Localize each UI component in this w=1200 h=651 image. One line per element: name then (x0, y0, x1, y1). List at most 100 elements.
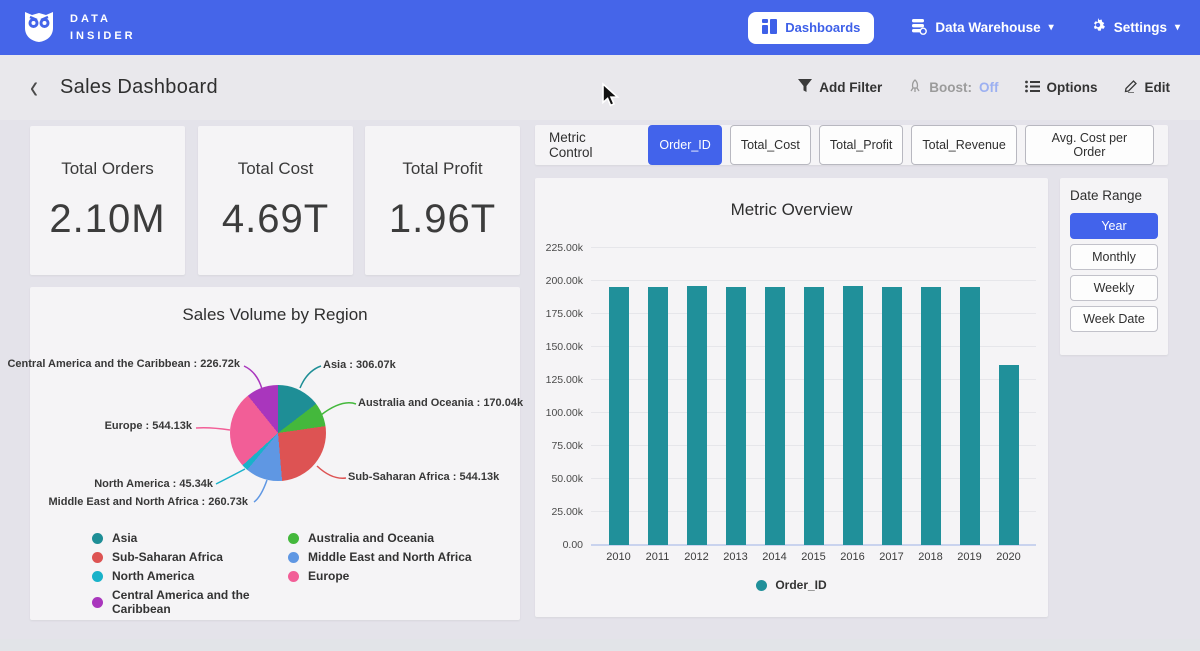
bar-2012[interactable] (687, 286, 707, 545)
x-tick-label: 2014 (755, 551, 794, 563)
kpi-value: 4.69T (222, 197, 329, 242)
pie-chart[interactable] (230, 385, 326, 481)
pie-label-middle-east-north-africa: Middle East and North Africa : 260.73k (49, 496, 248, 508)
legend-label: Asia (112, 531, 137, 545)
sales-volume-chart-card: Sales Volume by Region Asia : 306.07k Au… (30, 287, 520, 620)
bar-2018[interactable] (921, 287, 941, 545)
legend-dot-icon (288, 571, 299, 582)
chart-title: Sales Volume by Region (30, 305, 520, 325)
options-button[interactable]: Options (1025, 80, 1098, 96)
bar-2014[interactable] (765, 287, 785, 545)
bar-2011[interactable] (648, 287, 668, 545)
y-tick-label: 175.00k (535, 308, 583, 320)
x-tick-label: 2011 (638, 551, 677, 563)
pie-label-australia-oceania: Australia and Oceania : 170.04k (358, 397, 523, 409)
metric-control-label: Metric Control (549, 130, 632, 160)
legend-label: Europe (308, 569, 349, 583)
rocket-icon (908, 79, 922, 97)
dashboard-main: Total Orders 2.10M Total Cost 4.69T Tota… (0, 120, 1200, 651)
pie-legend-item[interactable]: North America (92, 569, 288, 583)
legend-label: Middle East and North Africa (308, 550, 472, 564)
metric-option-total-profit[interactable]: Total_Profit (819, 125, 904, 165)
nav-dashboards-button[interactable]: Dashboards (748, 12, 874, 44)
kpi-value: 2.10M (49, 197, 165, 242)
chevron-down-icon: ▾ (1175, 22, 1180, 33)
legend-label: Order_ID (775, 578, 826, 592)
legend-dot-icon (288, 533, 299, 544)
pie-legend-item[interactable]: Asia (92, 531, 288, 545)
y-tick-label: 150.00k (535, 341, 583, 353)
metric-option-order-id[interactable]: Order_ID (648, 125, 721, 165)
back-button[interactable]: ‹ (30, 71, 38, 105)
kpi-card-total-profit: Total Profit 1.96T (365, 126, 520, 275)
boost-toggle[interactable]: Boost: Off (908, 79, 998, 97)
date-range-option-week-date[interactable]: Week Date (1070, 306, 1158, 332)
y-tick-label: 50.00k (535, 473, 583, 485)
legend-label: Sub-Saharan Africa (112, 550, 223, 564)
metric-option-total-cost[interactable]: Total_Cost (730, 125, 811, 165)
legend-label: Central America and the Caribbean (112, 588, 288, 616)
bar-2019[interactable] (960, 287, 980, 545)
chevron-down-icon: ▾ (1049, 22, 1054, 33)
bar-2017[interactable] (882, 287, 902, 545)
metric-option-total-revenue[interactable]: Total_Revenue (911, 125, 1016, 165)
page-title: Sales Dashboard (60, 76, 218, 99)
x-tick-label: 2013 (716, 551, 755, 563)
database-icon (910, 18, 927, 38)
date-range-option-year[interactable]: Year (1070, 213, 1158, 239)
pie-legend-item[interactable]: Central America and the Caribbean (92, 588, 288, 616)
bar-2016[interactable] (843, 286, 863, 545)
legend-dot-icon (92, 533, 103, 544)
date-range-option-weekly[interactable]: Weekly (1070, 275, 1158, 301)
pie-label-europe: Europe : 544.13k (105, 420, 192, 432)
brand[interactable]: DATA INSIDER (20, 6, 136, 49)
y-tick-label: 75.00k (535, 440, 583, 452)
date-range-option-monthly[interactable]: Monthly (1070, 244, 1158, 270)
metric-option-avg-cost-per-order[interactable]: Avg. Cost per Order (1025, 125, 1154, 165)
bottom-strip (0, 639, 1200, 651)
boost-state: Off (979, 80, 999, 95)
kpi-card-total-cost: Total Cost 4.69T (198, 126, 353, 275)
x-tick-label: 2019 (950, 551, 989, 563)
x-tick-label: 2017 (872, 551, 911, 563)
pie-label-central-america-caribbean: Central America and the Caribbean : 226.… (7, 358, 240, 370)
pencil-icon (1124, 79, 1138, 96)
y-tick-label: 0.00 (535, 539, 583, 551)
kpi-label: Total Profit (402, 159, 482, 179)
pie-chart-legend: Asia Australia and Oceania Sub-Saharan Afr… (92, 531, 472, 616)
legend-dot-icon (92, 571, 103, 582)
edit-button[interactable]: Edit (1124, 79, 1171, 96)
brand-text: DATA INSIDER (70, 11, 136, 44)
pie-legend-item[interactable]: Europe (288, 569, 472, 583)
nav-settings[interactable]: Settings ▾ (1090, 18, 1180, 37)
chart-title: Metric Overview (535, 200, 1048, 220)
pie-legend-item[interactable]: Middle East and North Africa (288, 550, 472, 564)
x-axis-labels: 2010201120122013201420152016201720182019… (591, 551, 1036, 563)
y-tick-label: 100.00k (535, 407, 583, 419)
nav-data-warehouse[interactable]: Data Warehouse ▾ (910, 18, 1053, 38)
bar-2015[interactable] (804, 287, 824, 545)
legend-dot-icon (288, 552, 299, 563)
bar-2010[interactable] (609, 287, 629, 545)
kpi-value: 1.96T (389, 197, 496, 242)
y-tick-label: 200.00k (535, 275, 583, 287)
bar-chart-legend[interactable]: Order_ID (535, 578, 1048, 592)
owl-logo-icon (20, 6, 58, 49)
kpi-card-total-orders: Total Orders 2.10M (30, 126, 185, 275)
bar-2020[interactable] (999, 365, 1019, 545)
x-tick-label: 2020 (989, 551, 1028, 563)
bar-chart-plot (591, 248, 1036, 545)
y-axis-labels: 0.0025.00k50.00k75.00k100.00k125.00k150.… (535, 248, 583, 545)
x-tick-label: 2016 (833, 551, 872, 563)
metric-overview-chart-card: Metric Overview 0.0025.00k50.00k75.00k10… (535, 178, 1048, 617)
bar-2013[interactable] (726, 287, 746, 545)
x-tick-label: 2018 (911, 551, 950, 563)
top-navbar: DATA INSIDER Dashboards (0, 0, 1200, 55)
pie-label-asia: Asia : 306.07k (323, 359, 396, 371)
pie-legend-item[interactable]: Australia and Oceania (288, 531, 472, 545)
date-range-card: Date Range YearMonthlyWeeklyWeek Date (1060, 178, 1168, 355)
x-tick-label: 2012 (677, 551, 716, 563)
pie-legend-item[interactable]: Sub-Saharan Africa (92, 550, 288, 564)
pie-label-north-america: North America : 45.34k (94, 478, 213, 490)
add-filter-button[interactable]: Add Filter (798, 79, 882, 96)
